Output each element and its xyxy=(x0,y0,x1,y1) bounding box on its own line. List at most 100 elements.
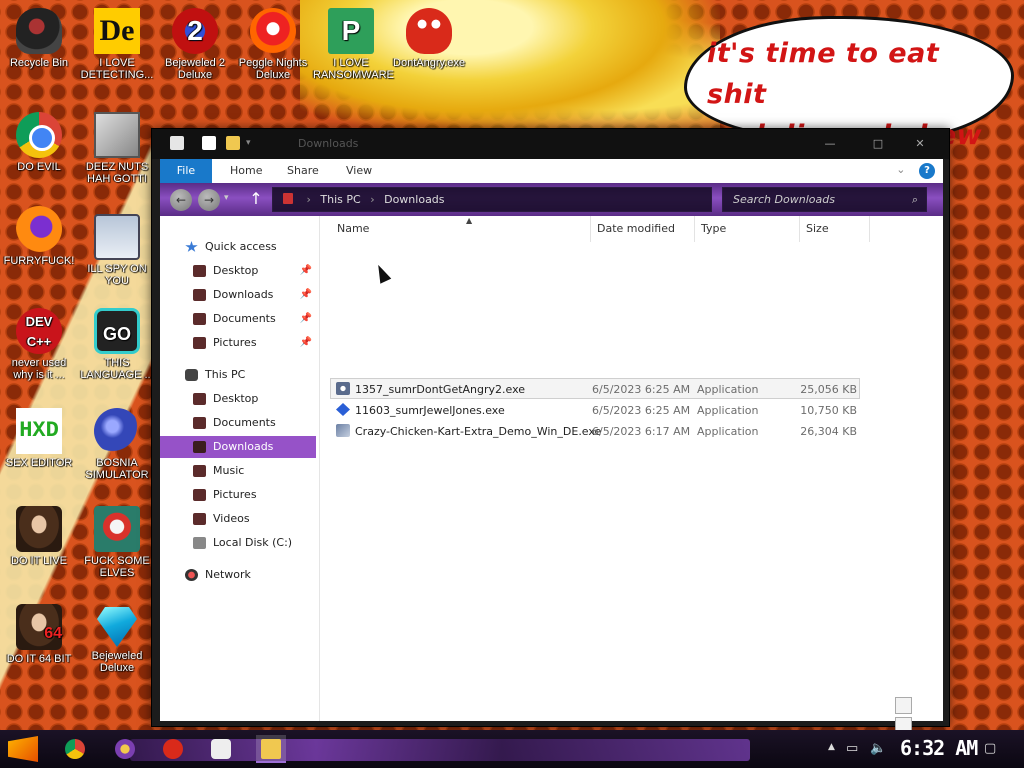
recycle-bin-icon xyxy=(16,8,62,54)
desktop-icon-dontangry[interactable]: DontAngry.exe xyxy=(391,8,467,69)
desktop-icon-sex-editor[interactable]: HXD SEX EDITOR xyxy=(1,408,77,469)
desktop-icon-deez-nuts[interactable]: DEEZ NUTS HAH GOTTI xyxy=(79,112,155,185)
address-field[interactable]: › This PC › Downloads xyxy=(272,187,712,212)
desktop-icon-this-language[interactable]: GO THIS LANGUAGE ... xyxy=(79,308,155,381)
nav-pc-pictures[interactable]: Pictures xyxy=(160,484,316,506)
file-row[interactable]: 11603_sumrJewelJones.exe 6/5/2023 6:25 A… xyxy=(330,399,860,420)
nav-quick-desktop[interactable]: Desktop 📌 xyxy=(160,260,316,282)
nav-pc-videos[interactable]: Videos xyxy=(160,508,316,530)
desktop-icon-furryfuck[interactable]: FURRYFUCK! xyxy=(1,206,77,267)
nav-quick-access[interactable]: Quick access xyxy=(160,236,316,258)
column-name[interactable]: Name ▲ xyxy=(331,216,591,242)
minimize-button[interactable]: — xyxy=(814,135,846,153)
desktop-icon-ill-spy-on-you[interactable]: ILL SPY ON YOU xyxy=(79,214,155,287)
nav-quick-downloads[interactable]: Downloads 📌 xyxy=(160,284,316,306)
nav-pc-documents[interactable]: Documents xyxy=(160,412,316,434)
desktop-icon-bejeweled-deluxe[interactable]: Bejeweled Deluxe xyxy=(79,604,155,674)
documents-folder-icon xyxy=(193,313,206,325)
desktop-icon-label: I LOVE RANSOMWARE xyxy=(313,57,394,81)
desktop-icon-do-evil[interactable]: DO EVIL xyxy=(1,112,77,173)
column-type[interactable]: Type xyxy=(695,216,800,242)
file-name: 11603_sumrJewelJones.exe xyxy=(355,404,505,417)
show-hidden-icons-icon[interactable]: ▲ xyxy=(828,742,835,752)
nav-label: Videos xyxy=(213,512,250,525)
network-tray-icon[interactable]: ▭ xyxy=(846,741,858,756)
file-row[interactable]: 1357_sumrDontGetAngry2.exe 6/5/2023 6:25… xyxy=(330,378,860,399)
desktop-icon-recycle-bin[interactable]: Recycle Bin xyxy=(1,8,77,69)
file-row[interactable]: Crazy-Chicken-Kart-Extra_Demo_Win_DE.exe… xyxy=(330,420,860,441)
folder-icon xyxy=(261,739,281,759)
desktop-icon-bosnia-simulator[interactable]: BOSNIA SIMULATOR xyxy=(79,408,155,481)
nav-pc-music[interactable]: Music xyxy=(160,460,316,482)
taskbar: ▲ ▭ 🔈 6:32 AM ▢ xyxy=(0,730,1024,768)
ribbon-tabs: File Home Share View ⌄ ? xyxy=(160,159,943,183)
nav-label: Desktop xyxy=(213,264,259,277)
search-icon: ⌕ xyxy=(911,193,918,206)
ribbon-expand-icon[interactable]: ⌄ xyxy=(896,163,905,176)
desktop-icon-peggle-nights[interactable]: Peggle Nights Deluxe xyxy=(235,8,311,81)
taskbar-chrome[interactable] xyxy=(60,735,90,763)
file-size: 25,056 KB xyxy=(800,383,857,396)
pin-icon[interactable]: 📌 xyxy=(300,260,312,282)
tab-home[interactable]: Home xyxy=(220,159,272,183)
desktop-icon-do-it-live[interactable]: DO IT LIVE xyxy=(1,506,77,567)
angry-egg-icon xyxy=(163,739,183,759)
breadcrumb-this-pc[interactable]: This PC xyxy=(320,193,360,206)
title-bar[interactable]: ▾ Downloads — □ ✕ xyxy=(152,129,949,159)
explorer-window[interactable]: ▾ Downloads — □ ✕ File Home Share View ⌄… xyxy=(151,128,950,734)
start-button[interactable] xyxy=(8,736,38,762)
taskbar-file-explorer[interactable] xyxy=(256,735,286,763)
search-input[interactable]: Search Downloads ⌕ xyxy=(722,187,927,212)
nav-pc-desktop[interactable]: Desktop xyxy=(160,388,316,410)
taskbar-app-jester[interactable] xyxy=(110,735,140,763)
angry-egg-icon xyxy=(406,8,452,54)
properties-icon[interactable] xyxy=(202,136,216,150)
qat-dropdown-icon[interactable]: ▾ xyxy=(246,136,256,150)
tab-view[interactable]: View xyxy=(336,159,382,183)
details-view-icon[interactable] xyxy=(895,697,912,714)
bubble-line-1: it's time to eat shit xyxy=(707,38,940,110)
nav-this-pc[interactable]: This PC xyxy=(160,364,316,386)
taskbar-app-goat[interactable] xyxy=(206,735,236,763)
desktop-icon-label: Peggle Nights Deluxe xyxy=(238,57,308,81)
address-bar: ← → ▾ ↑ › This PC › Downloads Search Dow… xyxy=(160,183,943,216)
pin-icon[interactable]: 📌 xyxy=(300,284,312,306)
action-center-icon[interactable]: ▢ xyxy=(984,741,996,756)
close-button[interactable]: ✕ xyxy=(904,135,936,153)
desktop-icon-i-love-detecting[interactable]: De I LOVE DETECTING... xyxy=(79,8,155,81)
tab-file[interactable]: File xyxy=(160,159,212,183)
nav-quick-documents[interactable]: Documents 📌 xyxy=(160,308,316,330)
back-icon[interactable]: ← xyxy=(170,189,192,211)
column-size[interactable]: Size xyxy=(800,216,870,242)
volume-icon[interactable]: 🔈 xyxy=(870,741,886,756)
desktop-icon-i-love-ransomware[interactable]: P I LOVE RANSOMWARE xyxy=(313,8,394,81)
desktop-icon-do-it-64-bit[interactable]: 64 DO IT 64 BIT xyxy=(1,604,77,665)
forward-icon[interactable]: → xyxy=(198,189,220,211)
clock[interactable]: 6:32 AM xyxy=(900,736,978,760)
nav-quick-pictures[interactable]: Pictures 📌 xyxy=(160,332,316,354)
new-folder-icon[interactable] xyxy=(226,136,240,150)
breadcrumb-downloads[interactable]: Downloads xyxy=(384,193,444,206)
nav-label: Documents xyxy=(213,416,276,429)
desktop-icon-label: BOSNIA SIMULATOR xyxy=(85,457,149,481)
desktop-icon-bejeweled-2[interactable]: 2 Bejeweled 2 Deluxe xyxy=(157,8,233,81)
mine-icon xyxy=(94,408,140,454)
recent-locations-icon[interactable]: ▾ xyxy=(224,193,229,203)
desktop-icon-fuck-some-elves[interactable]: FUCK SOME ELVES xyxy=(79,506,155,579)
tab-share[interactable]: Share xyxy=(277,159,329,183)
nav-network[interactable]: Network xyxy=(160,564,316,586)
pin-icon[interactable]: 📌 xyxy=(300,332,312,354)
taskbar-dontangry[interactable] xyxy=(158,735,188,763)
star-icon xyxy=(185,241,198,252)
portrait-icon xyxy=(16,506,62,552)
window-title: Downloads xyxy=(298,137,359,150)
help-icon[interactable]: ? xyxy=(919,163,935,179)
app-exe-icon xyxy=(336,382,350,395)
column-date-modified[interactable]: Date modified xyxy=(591,216,695,242)
up-icon[interactable]: ↑ xyxy=(246,189,266,209)
pin-icon[interactable]: 📌 xyxy=(300,308,312,330)
desktop-icon-devcpp[interactable]: DEV C++ never used why is it ... xyxy=(1,308,77,381)
nav-pc-downloads[interactable]: Downloads xyxy=(160,436,316,458)
nav-pc-local-disk[interactable]: Local Disk (C:) xyxy=(160,532,316,554)
maximize-button[interactable]: □ xyxy=(862,135,894,153)
